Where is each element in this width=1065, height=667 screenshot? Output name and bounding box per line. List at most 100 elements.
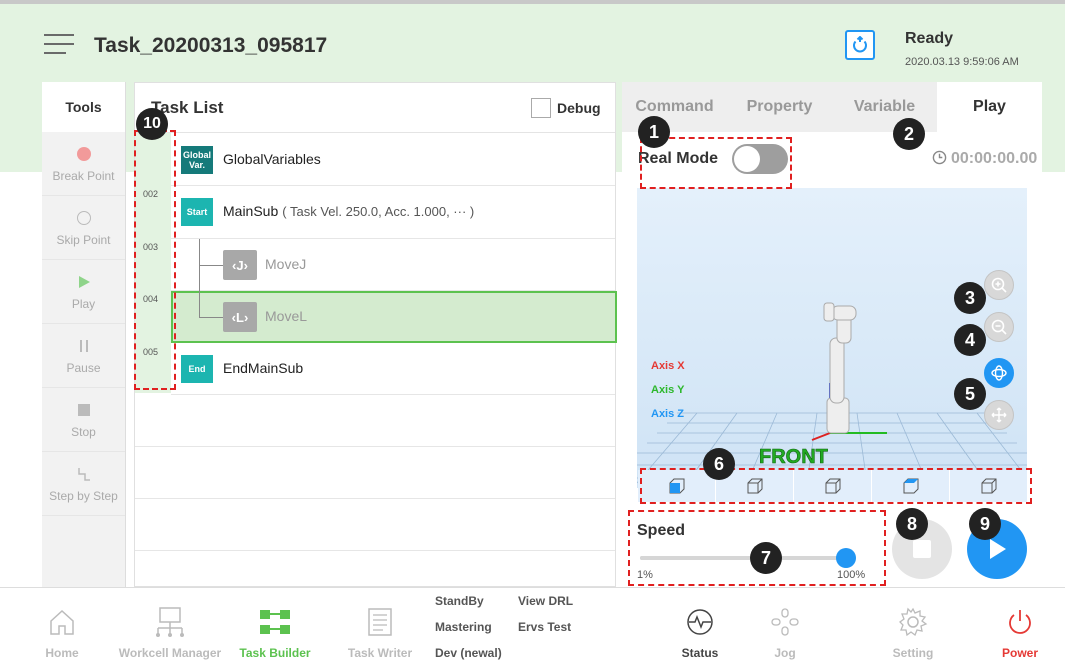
- row-label: MoveL: [265, 308, 308, 324]
- play-timer: 00:00:00.00: [932, 150, 1037, 168]
- rotate-icon: [991, 365, 1007, 381]
- movel-icon: ‹ L ›: [223, 302, 257, 332]
- nav-label: Jog: [774, 646, 796, 660]
- timer-value: 00:00:00.00: [951, 150, 1038, 167]
- clock-icon: [932, 150, 947, 165]
- tool-label: Break Point: [52, 168, 115, 183]
- stop-tool-button[interactable]: Stop: [42, 388, 125, 452]
- tools-panel: Tools Break Point Skip Point Play Pause …: [42, 82, 126, 587]
- pause-tool-button[interactable]: Pause: [42, 324, 125, 388]
- nav-status[interactable]: Status: [665, 588, 735, 667]
- callout-1: 1: [638, 116, 670, 148]
- ervs-test-link[interactable]: Ervs Test: [518, 620, 571, 634]
- ring-icon: [76, 210, 91, 225]
- dev-newal-link[interactable]: Dev (newal): [435, 646, 502, 660]
- callout-5: 5: [954, 378, 986, 410]
- nav-label: Task Writer: [347, 646, 413, 660]
- nav-label: Status: [681, 646, 719, 660]
- nav-jog[interactable]: Jog: [750, 588, 820, 667]
- tree-line: [199, 265, 223, 266]
- pan-view-button[interactable]: [984, 400, 1014, 430]
- tab-command[interactable]: Command: [622, 82, 727, 132]
- nav-label: Power: [1001, 646, 1038, 660]
- gear-icon: [899, 607, 928, 637]
- callout-6: 6: [703, 448, 735, 480]
- workcell-icon: [156, 607, 184, 637]
- annotation-box-10: [134, 130, 176, 390]
- task-builder-icon: [260, 610, 290, 634]
- status-icon: [687, 609, 713, 635]
- power-icon: [1009, 610, 1031, 634]
- play-icon: [78, 275, 90, 288]
- menu-icon[interactable]: [44, 34, 74, 56]
- rotate-view-button[interactable]: [984, 358, 1014, 388]
- debug-checkbox[interactable]: [531, 98, 551, 118]
- row-label: EndMainSub: [223, 360, 304, 376]
- callout-9: 9: [969, 508, 1001, 540]
- row-label: MainSub: [223, 203, 279, 219]
- jog-icon: [771, 608, 799, 636]
- task-row-mainsub[interactable]: Start MainSub( Task Vel. 250.0, Acc. 1.0…: [171, 186, 615, 239]
- callout-7: 7: [750, 542, 782, 574]
- axis-z-label: Axis Z: [651, 408, 685, 420]
- nav-label: Home: [45, 646, 79, 660]
- callout-3: 3: [954, 282, 986, 314]
- view-direction-label: FRONT: [759, 446, 828, 468]
- nav-label: Setting: [892, 646, 934, 660]
- status-refresh-button[interactable]: [845, 30, 875, 60]
- axis-y-label: Axis Y: [651, 384, 685, 396]
- empty-row: [135, 395, 615, 447]
- standby-link[interactable]: StandBy: [435, 594, 484, 608]
- nav-workcell-manager[interactable]: Workcell Manager: [110, 588, 230, 667]
- zoom-in-button[interactable]: [984, 270, 1014, 300]
- task-row-movej[interactable]: ‹ J › MoveJ: [171, 239, 615, 291]
- status-timestamp: 2020.03.13 9:59:06 AM: [905, 56, 1019, 68]
- empty-row: [135, 447, 615, 499]
- nav-power[interactable]: Power: [985, 588, 1055, 667]
- tab-play[interactable]: Play: [937, 82, 1042, 132]
- zoom-in-icon: [991, 277, 1007, 293]
- stop-icon: [913, 540, 931, 558]
- step-by-step-button[interactable]: Step by Step: [42, 452, 125, 516]
- task-writer-icon: [368, 608, 392, 636]
- callout-8: 8: [896, 508, 928, 540]
- stop-icon: [77, 403, 90, 416]
- status-label: Ready: [905, 30, 954, 47]
- tool-label: Stop: [71, 424, 96, 439]
- play-tool-button[interactable]: Play: [42, 260, 125, 324]
- row-label: GlobalVariables: [223, 151, 321, 167]
- annotation-box-6: [640, 468, 1032, 504]
- view-drl-link[interactable]: View DRL: [518, 594, 573, 608]
- task-list-panel: Task List Debug 002 003 004 005 Global V…: [134, 82, 617, 587]
- tree-line: [199, 239, 200, 317]
- callout-4: 4: [954, 324, 986, 356]
- row-params: ( Task Vel. 250.0, Acc. 1.000, ··· ): [282, 204, 475, 219]
- nav-task-builder[interactable]: Task Builder: [230, 588, 320, 667]
- row-label-wrap: MainSub( Task Vel. 250.0, Acc. 1.000, ··…: [223, 203, 474, 219]
- movej-badge: J: [236, 257, 244, 273]
- zoom-out-icon: [991, 319, 1007, 335]
- tool-label: Pause: [66, 360, 101, 375]
- tab-property[interactable]: Property: [727, 82, 832, 132]
- task-list-header: Task List Debug: [135, 83, 615, 133]
- nav-task-writer[interactable]: Task Writer: [340, 588, 420, 667]
- refresh-icon: [853, 36, 867, 53]
- tool-label: Play: [71, 296, 96, 311]
- zoom-out-button[interactable]: [984, 312, 1014, 342]
- break-point-button[interactable]: Break Point: [42, 132, 125, 196]
- skip-point-button[interactable]: Skip Point: [42, 196, 125, 260]
- right-tabs: Command Property Variable Play: [622, 82, 1042, 132]
- nav-home[interactable]: Home: [30, 588, 94, 667]
- task-row-movel[interactable]: ‹ L › MoveL: [171, 291, 617, 343]
- tool-label: Skip Point: [56, 232, 111, 247]
- debug-label: Debug: [557, 100, 601, 116]
- movel-badge: L: [236, 309, 244, 325]
- end-badge: End: [181, 355, 213, 383]
- axis-x-label: Axis X: [651, 360, 685, 372]
- task-row-endmainsub[interactable]: End EndMainSub: [171, 343, 615, 395]
- mastering-link[interactable]: Mastering: [435, 620, 492, 634]
- tree-line: [199, 317, 223, 318]
- nav-setting[interactable]: Setting: [878, 588, 948, 667]
- move-icon: [991, 407, 1007, 423]
- task-row-global-variables[interactable]: Global Var. GlobalVariables: [171, 134, 615, 186]
